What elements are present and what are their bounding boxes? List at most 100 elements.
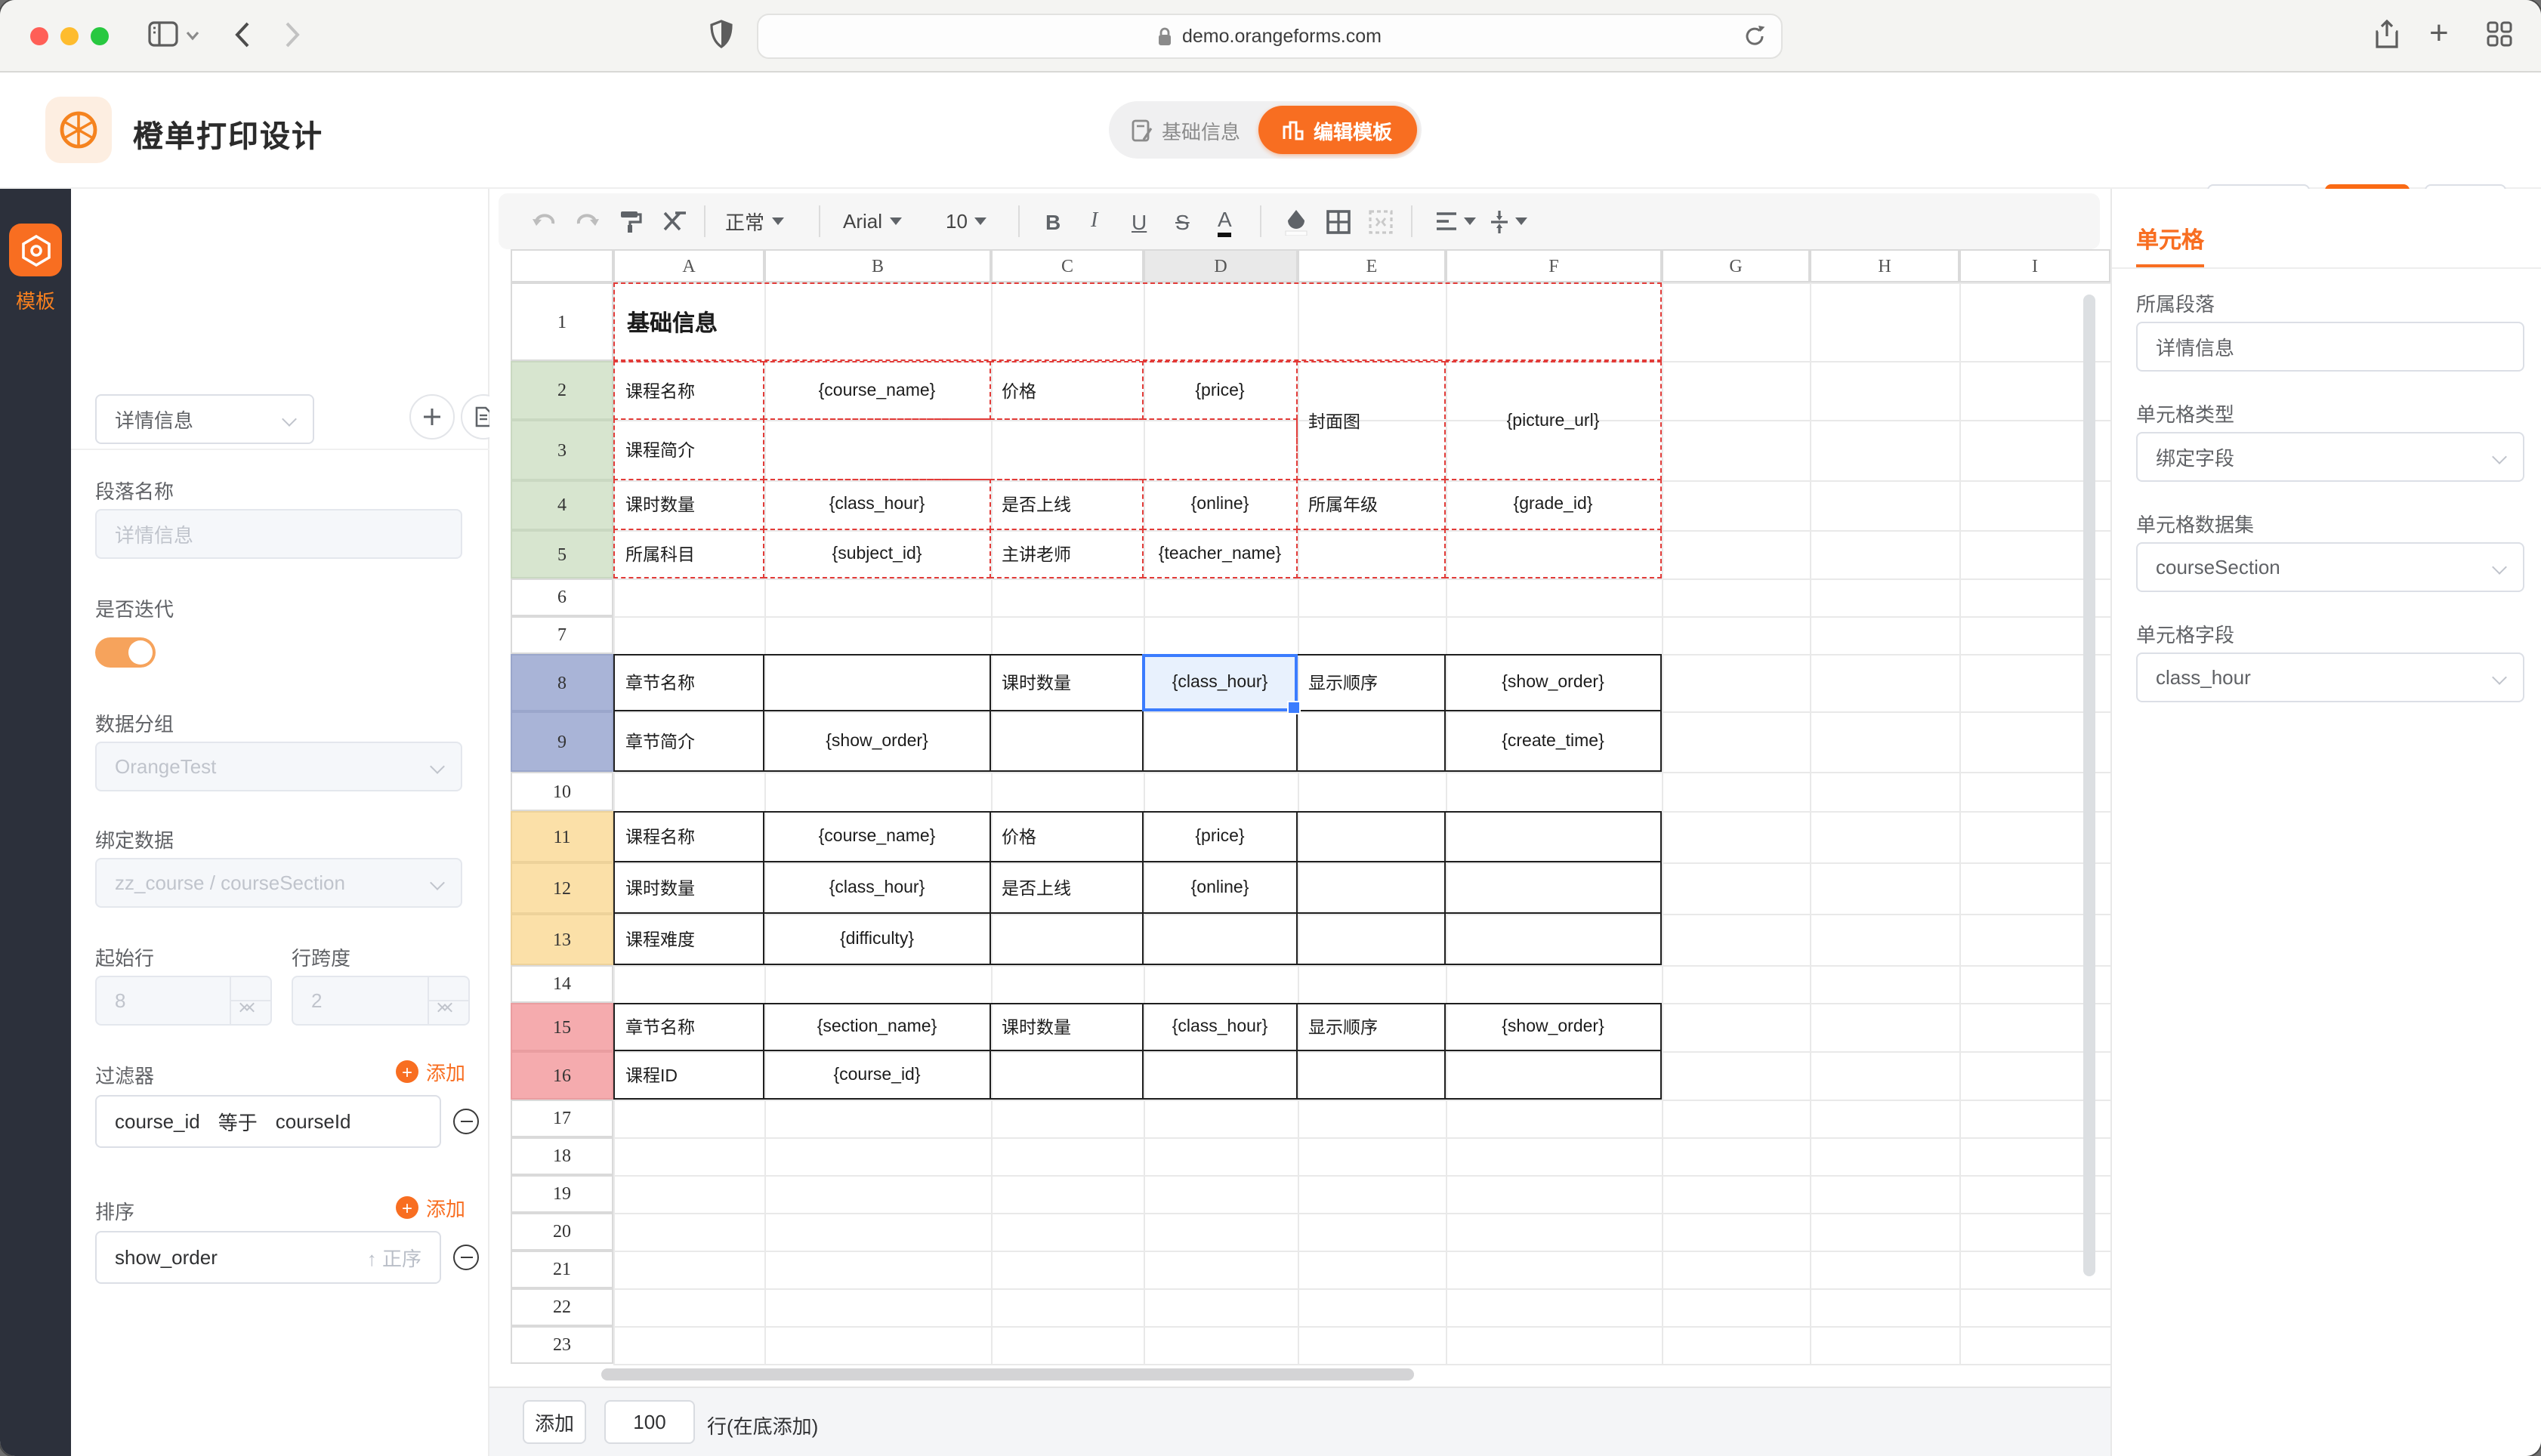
- row-header-3[interactable]: 3: [511, 420, 613, 480]
- sheet-cell[interactable]: 章节简介: [613, 710, 764, 772]
- vertical-align-select[interactable]: [1490, 193, 1527, 249]
- sheet-cell[interactable]: {picture_url}: [1444, 361, 1662, 480]
- font-family-select[interactable]: Arial: [843, 193, 902, 249]
- row-span-stepper[interactable]: 2: [292, 976, 470, 1026]
- remove-sort-icon[interactable]: [453, 1245, 479, 1270]
- sheet-cell[interactable]: {subject_id}: [763, 529, 991, 578]
- redo-icon[interactable]: [574, 193, 600, 249]
- cell-section-input[interactable]: 详情信息: [2136, 322, 2524, 372]
- group-select[interactable]: OrangeTest: [95, 742, 462, 791]
- add-sort-link[interactable]: + 添加: [396, 1193, 465, 1222]
- row-header-12[interactable]: 12: [511, 862, 613, 914]
- row-header-6[interactable]: 6: [511, 578, 613, 616]
- row-header-7[interactable]: 7: [511, 616, 613, 654]
- sheet-cell[interactable]: {section_name}: [763, 1003, 991, 1051]
- remove-filter-icon[interactable]: [453, 1109, 479, 1134]
- row-header-20[interactable]: 20: [511, 1213, 613, 1251]
- sheet-cell[interactable]: 章节名称: [613, 1003, 764, 1051]
- template-module-icon[interactable]: [9, 224, 62, 276]
- close-window-button[interactable]: [30, 27, 48, 45]
- sheet-cell[interactable]: 显示顺序: [1296, 1003, 1446, 1051]
- format-style-select[interactable]: 正常: [725, 193, 784, 249]
- column-header-D[interactable]: D: [1144, 249, 1298, 282]
- zoom-window-button[interactable]: [91, 27, 109, 45]
- sheet-cell[interactable]: {show_order}: [763, 710, 991, 772]
- sheet-cell[interactable]: {difficulty}: [763, 912, 991, 965]
- sheet-cell[interactable]: {class_hour}: [763, 479, 991, 530]
- clear-format-icon[interactable]: [662, 193, 687, 249]
- add-filter-link[interactable]: + 添加: [396, 1057, 465, 1086]
- cell-dataset-select[interactable]: courseSection: [2136, 542, 2524, 592]
- horizontal-align-select[interactable]: [1435, 193, 1476, 249]
- sheet-cell[interactable]: [1142, 912, 1298, 965]
- sheet-cell[interactable]: [1444, 1050, 1662, 1100]
- sheet-cell[interactable]: 课程ID: [613, 1050, 764, 1100]
- sidebar-chevron-icon[interactable]: [186, 30, 199, 41]
- row-header-8[interactable]: 8: [511, 654, 613, 711]
- row-header-2[interactable]: 2: [511, 361, 613, 420]
- fill-color-icon[interactable]: [1284, 193, 1308, 249]
- sheet-cell[interactable]: [1142, 710, 1298, 772]
- sheet-cell[interactable]: 课时数量: [613, 479, 764, 530]
- undo-icon[interactable]: [532, 193, 557, 249]
- sheet-cell[interactable]: 基础信息: [613, 282, 1662, 361]
- sidebar-toggle-icon[interactable]: [148, 21, 178, 47]
- share-icon[interactable]: [2375, 20, 2399, 48]
- sheet-cell[interactable]: 封面图: [1296, 361, 1446, 480]
- sheet-cell[interactable]: [990, 1050, 1144, 1100]
- minimize-window-button[interactable]: [60, 27, 79, 45]
- italic-icon[interactable]: I: [1091, 193, 1098, 249]
- column-header-A[interactable]: A: [613, 249, 764, 282]
- column-header-E[interactable]: E: [1298, 249, 1446, 282]
- start-row-stepper[interactable]: 8: [95, 976, 272, 1026]
- sheet-cell[interactable]: 课程名称: [613, 811, 764, 862]
- sheet-cell[interactable]: 课程简介: [613, 418, 764, 480]
- vertical-scrollbar[interactable]: [2083, 295, 2095, 1276]
- row-header-11[interactable]: 11: [511, 811, 613, 862]
- sheet-cell[interactable]: [1296, 811, 1446, 862]
- sheet-cell[interactable]: [1296, 912, 1446, 965]
- sheet-cell[interactable]: {price}: [1142, 811, 1298, 862]
- row-header-21[interactable]: 21: [511, 1251, 613, 1288]
- selected-cell[interactable]: {class_hour}: [1142, 654, 1298, 711]
- back-icon[interactable]: [234, 21, 251, 48]
- stepper-up-icon[interactable]: [231, 977, 270, 1001]
- sheet-cell[interactable]: 价格: [990, 361, 1144, 420]
- corner-cell[interactable]: [511, 249, 613, 282]
- sheet-cell[interactable]: [1444, 912, 1662, 965]
- sheet-cell[interactable]: {create_time}: [1444, 710, 1662, 772]
- sheet-cell[interactable]: 是否上线: [990, 861, 1144, 914]
- add-rows-button[interactable]: 添加: [523, 1400, 586, 1444]
- row-header-13[interactable]: 13: [511, 914, 613, 965]
- sheet-cell[interactable]: [1296, 861, 1446, 914]
- reload-icon[interactable]: [1743, 24, 1766, 48]
- sheet-cell[interactable]: {price}: [1142, 361, 1298, 420]
- stepper-up-icon[interactable]: [429, 977, 468, 1001]
- strikethrough-icon[interactable]: S: [1175, 193, 1190, 249]
- sheet-cell[interactable]: 所属年级: [1296, 479, 1446, 530]
- sheet-cell[interactable]: {grade_id}: [1444, 479, 1662, 530]
- address-bar[interactable]: demo.orangeforms.com: [757, 14, 1783, 59]
- add-rows-count-input[interactable]: 100: [604, 1400, 695, 1444]
- row-header-9[interactable]: 9: [511, 711, 613, 772]
- sheet-cell[interactable]: 课时数量: [990, 1003, 1144, 1051]
- sheet-cell[interactable]: 课时数量: [990, 654, 1144, 711]
- column-header-I[interactable]: I: [1959, 249, 2110, 282]
- sheet-cell[interactable]: [1296, 529, 1446, 578]
- paint-format-icon[interactable]: [619, 193, 642, 249]
- cell-field-select[interactable]: class_hour: [2136, 652, 2524, 702]
- sheet-cell[interactable]: {show_order}: [1444, 654, 1662, 711]
- row-header-10[interactable]: 10: [511, 772, 613, 811]
- row-header-4[interactable]: 4: [511, 480, 613, 530]
- sheet-cell[interactable]: 课程名称: [613, 361, 764, 420]
- sheet-cell[interactable]: {teacher_name}: [1142, 529, 1298, 578]
- row-header-16[interactable]: 16: [511, 1051, 613, 1100]
- row-header-18[interactable]: 18: [511, 1137, 613, 1175]
- font-size-select[interactable]: 10: [946, 193, 987, 249]
- sheet-cell[interactable]: [1296, 710, 1446, 772]
- sidebar-item-template[interactable]: 模板: [0, 285, 71, 314]
- tab-cell[interactable]: 单元格: [2136, 224, 2204, 255]
- bold-icon[interactable]: B: [1045, 193, 1061, 249]
- sheet-cell[interactable]: [763, 418, 1298, 480]
- forward-icon[interactable]: [284, 21, 301, 48]
